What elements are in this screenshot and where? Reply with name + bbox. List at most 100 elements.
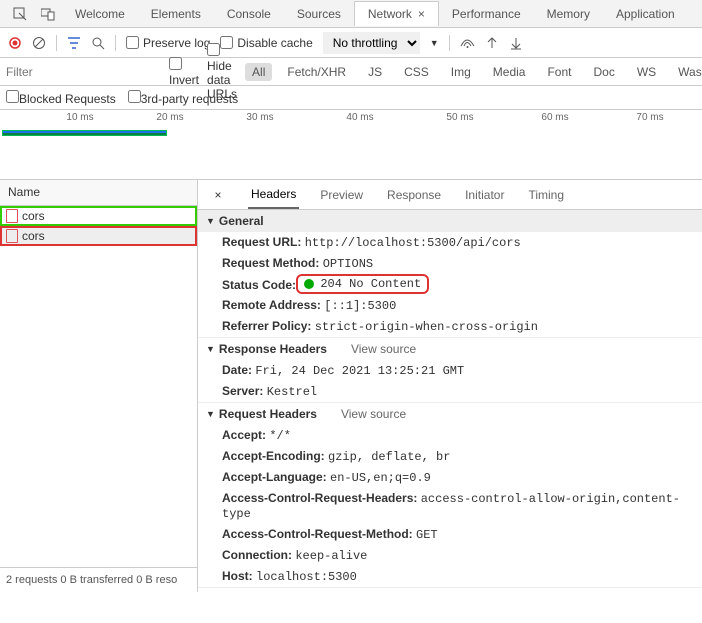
kv-value: GET <box>416 528 438 542</box>
detail-tabs: × Headers Preview Response Initiator Tim… <box>198 180 702 210</box>
inspect-icon[interactable] <box>8 2 32 26</box>
kv-key: Access-Control-Request-Method: <box>222 527 413 541</box>
kv-key: Connection: <box>222 548 292 562</box>
filter-type-wasm[interactable]: Wasm <box>671 63 702 81</box>
filter-type-js[interactable]: JS <box>361 63 389 81</box>
section-response-headers-header[interactable]: ▼Response HeadersView source <box>198 338 702 360</box>
kv-key: Host: <box>222 569 253 583</box>
section-title: General <box>219 214 264 228</box>
network-conditions-icon[interactable] <box>460 36 475 50</box>
filter-type-doc[interactable]: Doc <box>586 63 621 81</box>
network-toolbar: Preserve log Disable cache No throttling… <box>0 28 702 58</box>
kv-key: Accept: <box>222 428 266 442</box>
blocked-requests-checkbox[interactable]: Blocked Requests <box>6 90 116 106</box>
kv-value: localhost:5300 <box>256 570 357 584</box>
filter-type-media[interactable]: Media <box>486 63 533 81</box>
timeline-tick: 10 ms <box>66 112 93 123</box>
invert-checkbox[interactable]: Invert <box>169 57 199 87</box>
search-icon[interactable] <box>91 36 105 50</box>
kv-value: Kestrel <box>267 385 317 399</box>
tab-initiator[interactable]: Initiator <box>462 182 507 208</box>
status-dot-icon <box>304 279 314 289</box>
tab-application[interactable]: Application <box>603 2 688 26</box>
preserve-log-label: Preserve log <box>143 36 210 50</box>
tab-headers[interactable]: Headers <box>248 181 299 209</box>
blocked-requests-label: Blocked Requests <box>19 92 116 106</box>
clear-button[interactable] <box>32 36 46 50</box>
section-response-headers: ▼Response HeadersView source Date: Fri, … <box>198 338 702 403</box>
filter-bar-2: Blocked Requests 3rd-party requests <box>0 86 702 110</box>
tab-timing[interactable]: Timing <box>525 182 567 208</box>
request-row[interactable]: cors <box>0 206 197 226</box>
upload-har-icon[interactable] <box>485 36 499 50</box>
tab-response[interactable]: Response <box>384 182 444 208</box>
preserve-log-checkbox[interactable]: Preserve log <box>126 36 210 50</box>
timeline[interactable]: 10 ms 20 ms 30 ms 40 ms 50 ms 60 ms 70 m… <box>0 110 702 180</box>
kv-key: Remote Address: <box>222 298 321 312</box>
section-request-headers: ▼Request HeadersView source Accept: */* … <box>198 403 702 588</box>
kv-row: Accept-Language: en-US,en;q=0.9 <box>198 467 702 488</box>
tab-welcome[interactable]: Welcome <box>62 2 138 26</box>
kv-row: Host: localhost:5300 <box>198 566 702 587</box>
view-source-link[interactable]: View source <box>351 342 416 356</box>
kv-row: Request URL: http://localhost:5300/api/c… <box>198 232 702 253</box>
kv-value: keep-alive <box>295 549 367 563</box>
tab-console[interactable]: Console <box>214 2 284 26</box>
chevron-down-icon[interactable]: ▼ <box>430 38 439 48</box>
name-column-header[interactable]: Name <box>0 180 197 206</box>
section-general-header[interactable]: ▼ General <box>198 210 702 232</box>
filter-type-css[interactable]: CSS <box>397 63 436 81</box>
throttling-dropdown[interactable]: No throttling <box>323 32 420 54</box>
kv-key: Server: <box>222 384 263 398</box>
timeline-tick: 20 ms <box>156 112 183 123</box>
request-row[interactable]: cors <box>0 226 197 246</box>
kv-row: Connection: keep-alive <box>198 545 702 566</box>
filter-type-img[interactable]: Img <box>444 63 478 81</box>
kv-key: Request URL: <box>222 235 301 249</box>
filter-toggle-icon[interactable] <box>67 36 81 50</box>
separator <box>449 35 450 51</box>
timeline-tick: 60 ms <box>541 112 568 123</box>
request-list: Name cors cors 2 requests 0 B transferre… <box>0 180 198 592</box>
file-icon <box>6 209 18 223</box>
kv-key: Referrer Policy: <box>222 319 311 333</box>
tab-sources[interactable]: Sources <box>284 2 354 26</box>
filter-type-fetch[interactable]: Fetch/XHR <box>280 63 353 81</box>
kv-row: Server: Kestrel <box>198 381 702 402</box>
kv-value: OPTIONS <box>323 257 373 271</box>
tab-network-label: Network <box>368 7 412 21</box>
triangle-down-icon: ▼ <box>206 409 215 419</box>
triangle-down-icon: ▼ <box>206 216 215 226</box>
tab-preview[interactable]: Preview <box>317 182 366 208</box>
record-button[interactable] <box>8 36 22 50</box>
tab-elements[interactable]: Elements <box>138 2 214 26</box>
separator <box>56 35 57 51</box>
filter-type-all[interactable]: All <box>245 63 272 81</box>
view-source-link[interactable]: View source <box>341 407 406 421</box>
tab-network[interactable]: Network × <box>354 1 439 26</box>
download-har-icon[interactable] <box>509 36 523 50</box>
timeline-tick: 50 ms <box>446 112 473 123</box>
kv-key: Accept-Encoding: <box>222 449 325 463</box>
close-icon[interactable]: × <box>418 7 425 21</box>
device-toggle-icon[interactable] <box>36 2 60 26</box>
kv-key: Access-Control-Request-Headers: <box>222 491 417 505</box>
filter-input[interactable] <box>6 65 161 79</box>
kv-row: Date: Fri, 24 Dec 2021 13:25:21 GMT <box>198 360 702 381</box>
kv-key: Request Method: <box>222 256 319 270</box>
third-party-checkbox[interactable]: 3rd-party requests <box>128 90 238 106</box>
kv-value: strict-origin-when-cross-origin <box>315 320 538 334</box>
filter-type-ws[interactable]: WS <box>630 63 663 81</box>
tab-memory[interactable]: Memory <box>534 2 603 26</box>
tab-performance[interactable]: Performance <box>439 2 534 26</box>
section-request-headers-header[interactable]: ▼Request HeadersView source <box>198 403 702 425</box>
status-bar: 2 requests 0 B transferred 0 B reso <box>0 567 197 592</box>
kv-row: Accept: */* <box>198 425 702 446</box>
section-general: ▼ General Request URL: http://localhost:5… <box>198 210 702 338</box>
kv-key: Accept-Language: <box>222 470 327 484</box>
kv-key: Status Code: <box>222 278 296 292</box>
close-detail-icon[interactable]: × <box>206 188 230 202</box>
request-detail: × Headers Preview Response Initiator Tim… <box>198 180 702 592</box>
filter-type-font[interactable]: Font <box>540 63 578 81</box>
separator <box>115 35 116 51</box>
